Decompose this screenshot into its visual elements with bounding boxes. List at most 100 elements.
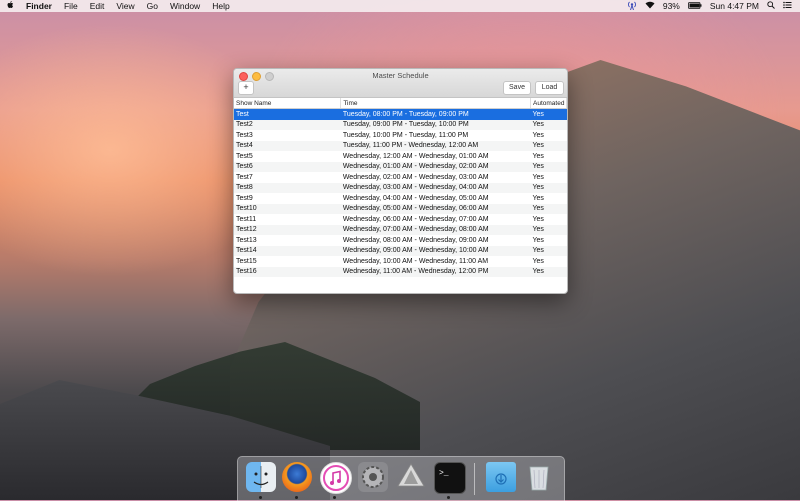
cell-show-name: Test13: [236, 236, 257, 244]
dock: >_: [237, 456, 565, 501]
cell-show-name: Test3: [236, 131, 253, 139]
table-row[interactable]: Test8 Wednesday, 03:00 AM - Wednesday, 04…: [234, 182, 567, 193]
cell-time: Wednesday, 11:00 AM - Wednesday, 12:00 P…: [340, 266, 531, 277]
column-header-show-name[interactable]: Show Name: [234, 98, 342, 109]
table-row[interactable]: Test Tuesday, 08:00 PM - Tuesday, 09:00 P…: [234, 108, 567, 120]
cell-show-name: Test10: [234, 203, 341, 214]
search-icon[interactable]: [767, 1, 775, 11]
cell-automated: Yes: [532, 131, 544, 139]
table-header: Show Name Time Automated: [234, 98, 567, 109]
cell-time: Wednesday, 08:00 AM - Wednesday, 09:00 A…: [342, 236, 489, 244]
wifi-icon[interactable]: [645, 1, 655, 11]
running-indicator: [447, 496, 450, 499]
battery-percent: 93%: [662, 1, 680, 11]
table-row[interactable]: Test6 Wednesday, 01:00 AM - Wednesday, 02…: [234, 161, 567, 172]
cell-automated: Yes: [530, 224, 567, 235]
cell-automated: Yes: [530, 140, 567, 151]
menu-bar: Finder File Edit View Go Window Help 93%…: [0, 0, 800, 12]
cell-automated: Yes: [530, 108, 567, 120]
cell-show-name: Test16: [234, 266, 341, 277]
cell-time: Wednesday, 02:00 AM - Wednesday, 03:00 A…: [342, 173, 489, 181]
table-row[interactable]: Test2 Tuesday, 09:00 PM - Tuesday, 10:00 …: [234, 119, 567, 130]
finder-icon[interactable]: [246, 462, 276, 492]
cell-automated: Yes: [532, 194, 544, 202]
terminal-icon[interactable]: >_: [434, 462, 466, 494]
dock-separator: [474, 463, 475, 495]
cell-automated: Yes: [532, 257, 544, 265]
cell-time: Wednesday, 05:00 AM - Wednesday, 06:00 A…: [340, 203, 531, 214]
table-row[interactable]: Test11 Wednesday, 06:00 AM - Wednesday, 0…: [234, 214, 567, 225]
cell-automated: Yes: [532, 173, 544, 181]
cell-show-name: Test14: [234, 245, 341, 256]
trash-icon[interactable]: [524, 462, 554, 492]
cell-show-name: Test9: [236, 194, 253, 202]
running-indicator: [295, 496, 298, 499]
cell-show-name: Test2: [234, 119, 341, 130]
column-header-time[interactable]: Time: [340, 98, 531, 109]
column-header-automated[interactable]: Automated: [530, 98, 567, 109]
cell-automated: Yes: [532, 152, 544, 160]
cell-automated: Yes: [530, 182, 567, 193]
table-row[interactable]: Test13 Wednesday, 08:00 AM - Wednesday, 0…: [234, 235, 567, 246]
cell-show-name: Test5: [236, 152, 253, 160]
apple-icon[interactable]: [0, 1, 20, 11]
cell-automated: Yes: [530, 119, 567, 130]
menu-clock[interactable]: Sun 4:47 PM: [710, 1, 759, 11]
cell-time: Tuesday, 10:00 PM - Tuesday, 11:00 PM: [342, 131, 469, 139]
menu-window[interactable]: Window: [164, 1, 206, 11]
firefox-icon[interactable]: [282, 462, 312, 492]
table-row[interactable]: Test14 Wednesday, 09:00 AM - Wednesday, 1…: [234, 245, 567, 256]
table-row[interactable]: Test4 Tuesday, 11:00 PM - Wednesday, 12:0…: [234, 140, 567, 151]
cell-automated: Yes: [530, 266, 567, 277]
add-button[interactable]: +: [238, 81, 254, 95]
cell-time: Wednesday, 07:00 AM - Wednesday, 08:00 A…: [340, 224, 531, 235]
cell-automated: Yes: [532, 236, 544, 244]
master-schedule-window: Master Schedule + Save Load Show Name Ti…: [233, 68, 568, 294]
cell-show-name: Test7: [236, 173, 253, 181]
menu-file[interactable]: File: [58, 1, 84, 11]
cell-automated: Yes: [530, 161, 567, 172]
cell-time: Tuesday, 08:00 PM - Tuesday, 09:00 PM: [340, 108, 531, 120]
cell-automated: Yes: [530, 245, 567, 256]
cell-time: Wednesday, 01:00 AM - Wednesday, 02:00 A…: [340, 161, 531, 172]
antenna-icon[interactable]: [627, 1, 637, 12]
xcode-icon[interactable]: [396, 462, 426, 492]
cell-show-name: Test15: [236, 257, 257, 265]
table-row[interactable]: Test12 Wednesday, 07:00 AM - Wednesday, 0…: [234, 224, 567, 235]
menu-edit[interactable]: Edit: [84, 1, 111, 11]
cell-automated: Yes: [530, 203, 567, 214]
itunes-icon[interactable]: [320, 462, 352, 494]
cell-time: Wednesday, 09:00 AM - Wednesday, 10:00 A…: [340, 245, 531, 256]
battery-icon[interactable]: [687, 1, 702, 11]
cell-time: Wednesday, 12:00 AM - Wednesday, 01:00 A…: [342, 152, 489, 160]
cell-time: Wednesday, 04:00 AM - Wednesday, 05:00 A…: [342, 194, 489, 202]
list-icon[interactable]: [783, 1, 792, 11]
table-row[interactable]: Test15 Wednesday, 10:00 AM - Wednesday, 1…: [234, 256, 567, 267]
cell-automated: Yes: [532, 215, 544, 223]
save-button[interactable]: Save: [503, 81, 531, 95]
table-row[interactable]: Test3 Tuesday, 10:00 PM - Tuesday, 11:00 …: [234, 130, 567, 141]
cell-time: Tuesday, 09:00 PM - Tuesday, 10:00 PM: [340, 119, 531, 130]
menu-help[interactable]: Help: [206, 1, 235, 11]
cell-show-name: Test4: [234, 140, 341, 151]
cell-show-name: Test8: [234, 182, 341, 193]
cell-show-name: Test: [234, 108, 341, 120]
cell-time: Wednesday, 10:00 AM - Wednesday, 11:00 A…: [342, 257, 489, 265]
window-titlebar[interactable]: Master Schedule + Save Load: [234, 69, 567, 98]
running-indicator: [259, 496, 262, 499]
system-preferences-icon[interactable]: [358, 462, 388, 492]
cell-time: Wednesday, 03:00 AM - Wednesday, 04:00 A…: [340, 182, 531, 193]
downloads-folder-icon[interactable]: [486, 462, 516, 492]
menu-go[interactable]: Go: [141, 1, 164, 11]
menu-app-name[interactable]: Finder: [20, 1, 58, 11]
load-button[interactable]: Load: [535, 81, 564, 95]
schedule-table: Show Name Time Automated Test Tuesday, 08…: [234, 98, 567, 277]
menu-view[interactable]: View: [110, 1, 140, 11]
cell-show-name: Test11: [236, 215, 257, 223]
table-row[interactable]: Test5 Wednesday, 12:00 AM - Wednesday, 01…: [234, 151, 567, 162]
table-row[interactable]: Test9 Wednesday, 04:00 AM - Wednesday, 05…: [234, 193, 567, 204]
cell-time: Tuesday, 11:00 PM - Wednesday, 12:00 AM: [340, 140, 531, 151]
table-row[interactable]: Test7 Wednesday, 02:00 AM - Wednesday, 03…: [234, 172, 567, 183]
table-row[interactable]: Test16 Wednesday, 11:00 AM - Wednesday, 1…: [234, 266, 567, 277]
table-row[interactable]: Test10 Wednesday, 05:00 AM - Wednesday, 0…: [234, 203, 567, 214]
